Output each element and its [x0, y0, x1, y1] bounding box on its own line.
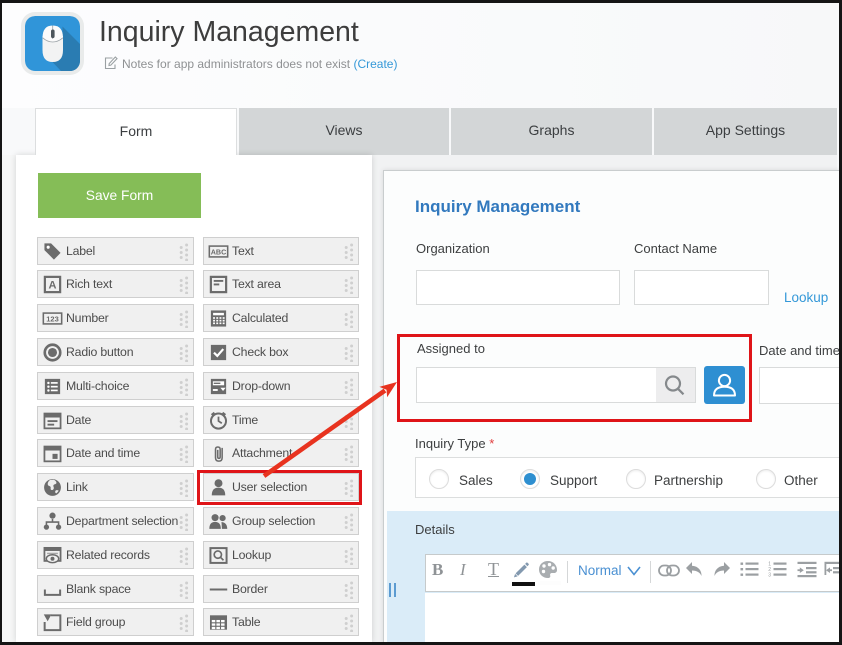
svg-text:ABC: ABC	[211, 248, 227, 256]
svg-text:3: 3	[768, 573, 771, 578]
svg-text:123: 123	[46, 315, 59, 324]
svg-text:A: A	[49, 280, 57, 292]
